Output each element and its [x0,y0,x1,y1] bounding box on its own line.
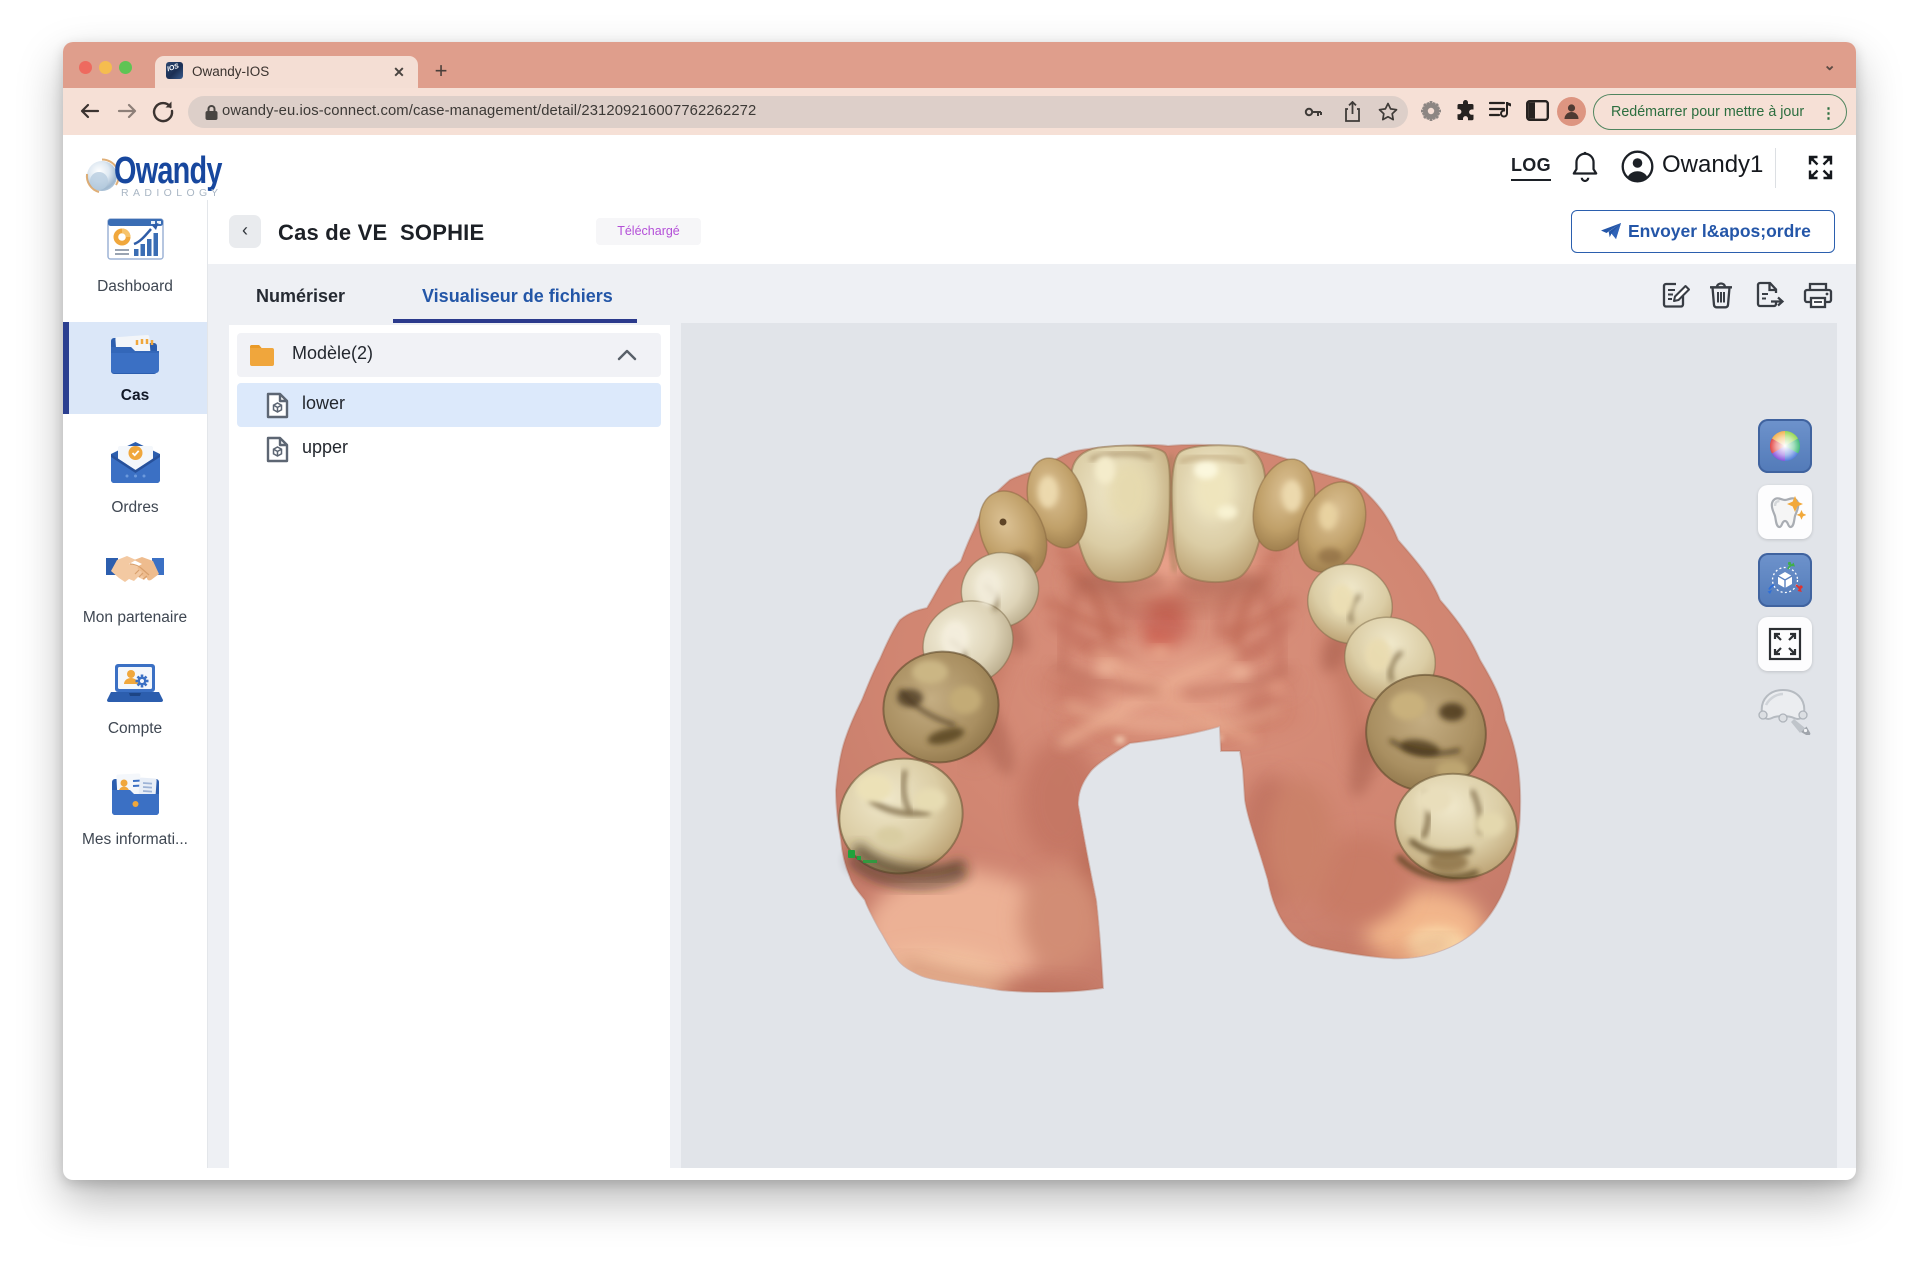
svg-text:Y: Y [211,187,218,199]
svg-text:RADIOLOG: RADIOLOG [121,187,212,199]
svg-text:Owandy: Owandy [114,149,223,192]
